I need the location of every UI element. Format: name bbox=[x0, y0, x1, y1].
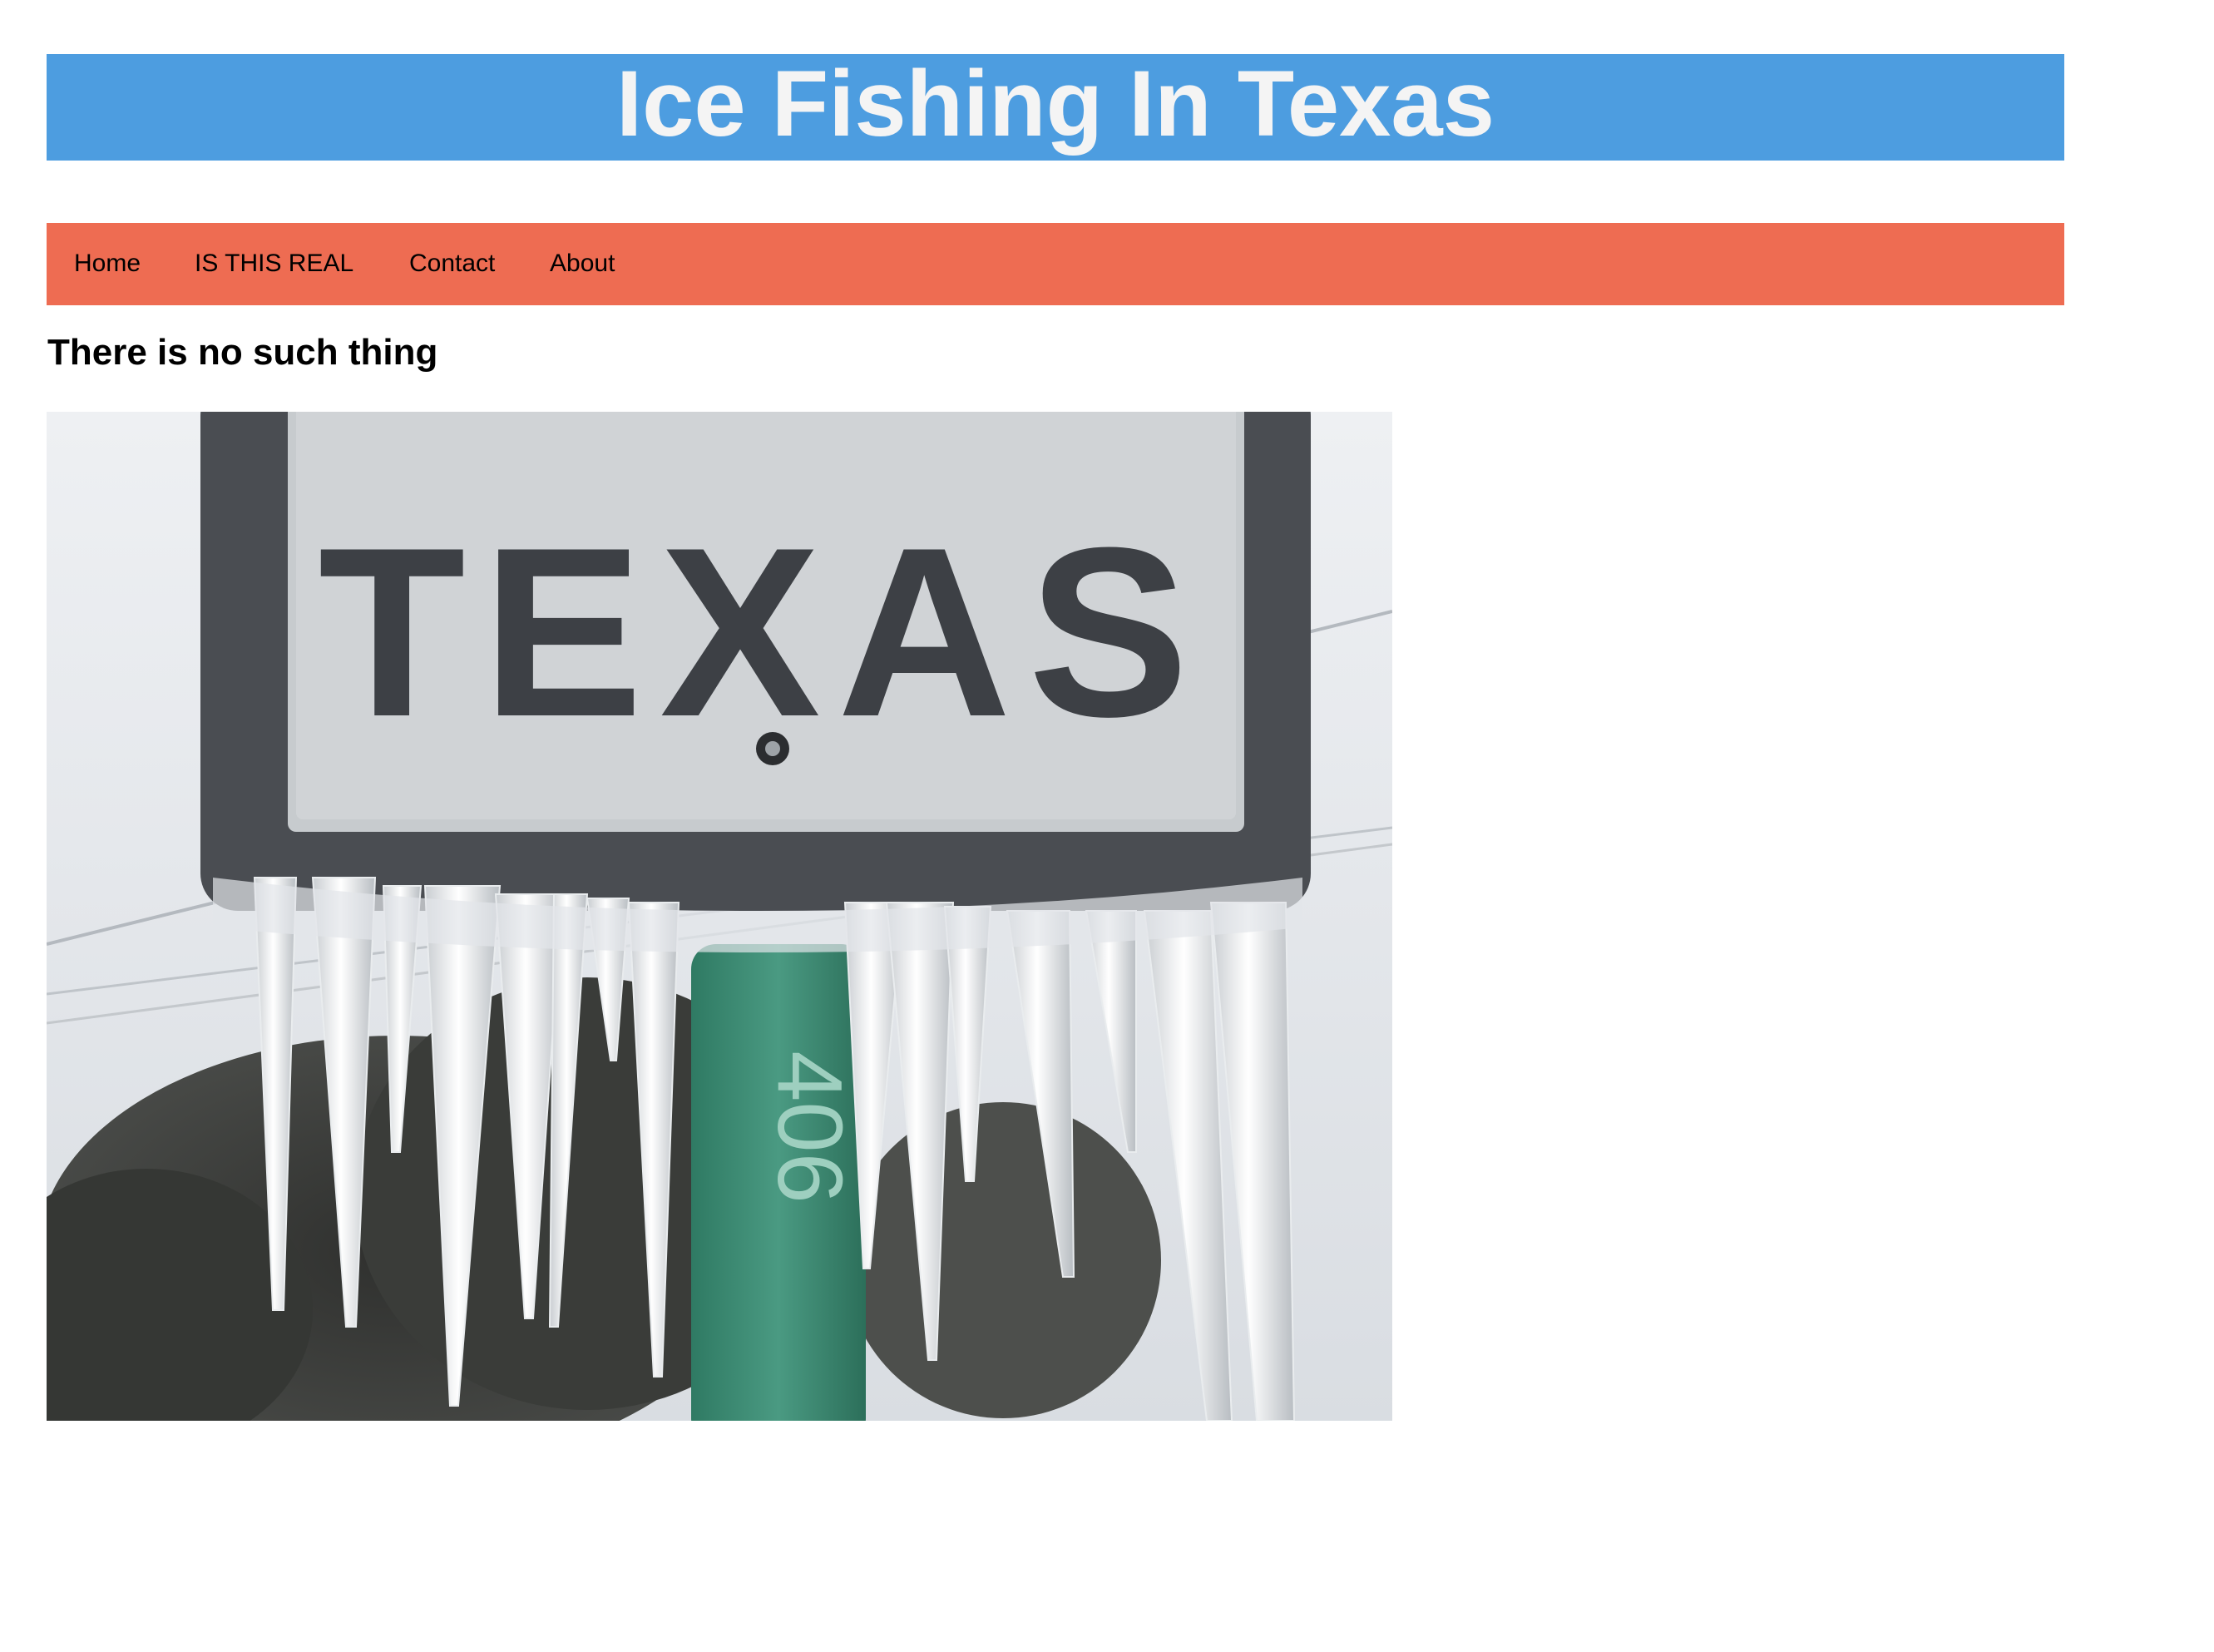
site-header: Ice Fishing In Texas bbox=[47, 54, 2064, 161]
nav-link-about[interactable]: About bbox=[550, 250, 615, 278]
nav-bar: Home IS THIS REAL Contact About bbox=[47, 223, 2064, 305]
site-title: Ice Fishing In Texas bbox=[615, 52, 1495, 156]
nav-link-is-this-real[interactable]: IS THIS REAL bbox=[195, 250, 353, 278]
nav-link-contact[interactable]: Contact bbox=[409, 250, 495, 278]
frozen-texas-sign-photo: TEXAS 406 bbox=[47, 412, 1392, 1421]
page-heading: There is no such thing bbox=[47, 332, 438, 373]
photo-illustration: TEXAS 406 bbox=[47, 412, 1392, 1421]
nav-link-home[interactable]: Home bbox=[74, 250, 141, 278]
page: Ice Fishing In Texas Home IS THIS REAL C… bbox=[0, 0, 2214, 1652]
post-number: 406 bbox=[759, 1051, 861, 1204]
sign-text: TEXAS bbox=[319, 497, 1206, 767]
